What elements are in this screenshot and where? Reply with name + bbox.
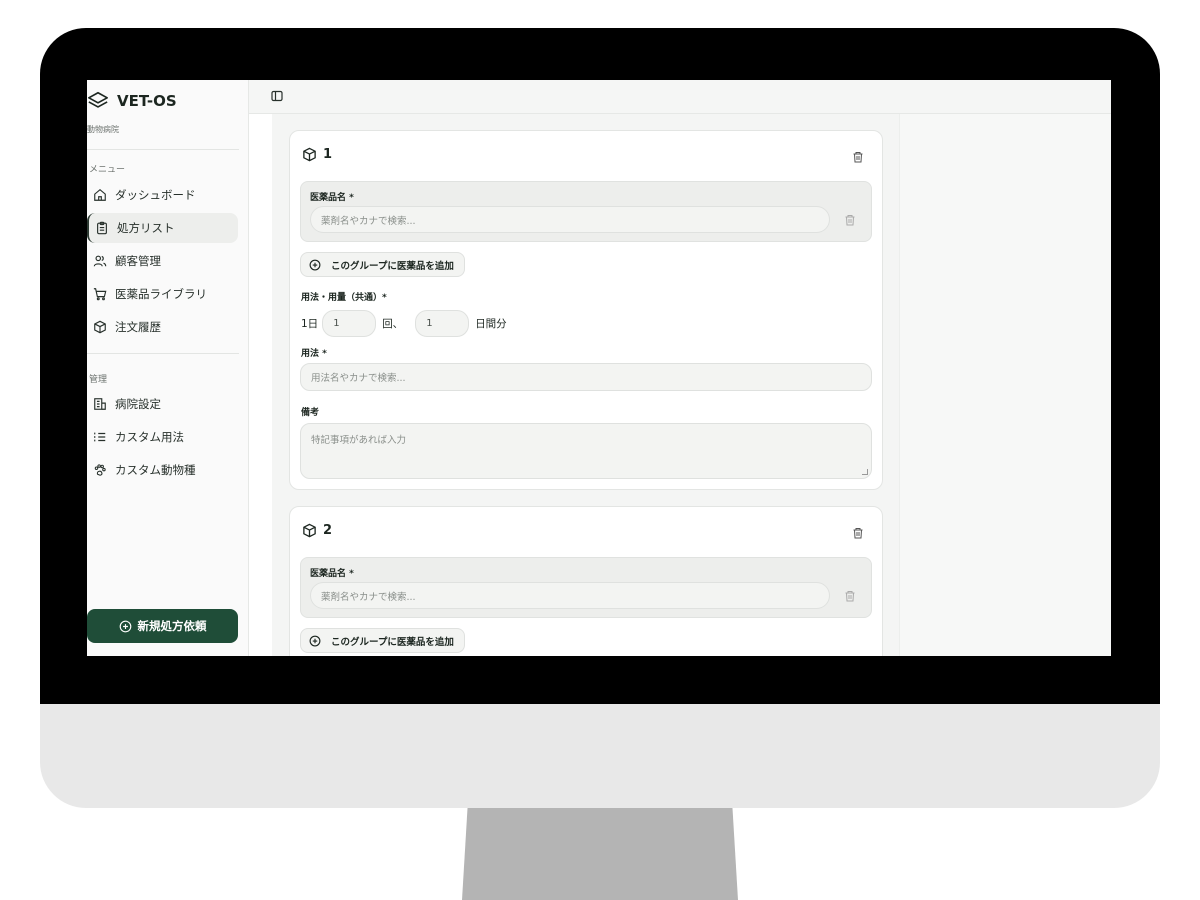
delete-medicine-icon[interactable] xyxy=(844,590,856,602)
medicine-search-input[interactable]: 薬剤名やカナで検索... xyxy=(310,582,830,609)
days-unit: 日間分 xyxy=(475,318,507,330)
add-medicine-label: このグループに医薬品を追加 xyxy=(331,260,454,272)
plus-circle-icon xyxy=(309,635,321,646)
list-icon xyxy=(94,432,106,442)
notes-placeholder: 特記事項があれば入力 xyxy=(311,435,407,446)
group-header: 2 xyxy=(302,523,332,538)
sidebar-item-label: 注文履歴 xyxy=(115,320,161,334)
group-header: 1 xyxy=(302,147,332,162)
sidebar-item-clinic-settings[interactable]: 病院設定 xyxy=(87,389,238,419)
resize-handle-icon[interactable] xyxy=(862,469,868,475)
users-icon xyxy=(93,255,107,267)
package-icon xyxy=(303,523,316,538)
new-prescription-button[interactable]: 新規処方依頼 xyxy=(87,609,238,643)
notes-label: 備考 xyxy=(301,408,320,418)
sidebar: VET-OS 動物病院 メニュー ダッシュボード 処方リスト 顧客管理 医薬品ラ… xyxy=(87,80,249,656)
usage-label: 用法 * xyxy=(301,349,327,359)
top-bar xyxy=(249,80,1111,114)
brand-subtitle: 動物病院 xyxy=(87,125,119,134)
sidebar-item-custom-usage[interactable]: カスタム用法 xyxy=(87,422,238,452)
add-medicine-button[interactable]: このグループに医薬品を追加 xyxy=(300,252,465,277)
sidebar-item-prescriptions[interactable]: 処方リスト xyxy=(87,213,238,243)
delete-group-icon[interactable] xyxy=(852,151,864,163)
sidebar-item-order-history[interactable]: 注文履歴 xyxy=(87,312,238,342)
package-icon xyxy=(94,320,106,334)
home-icon xyxy=(94,189,106,201)
package-icon xyxy=(303,147,316,162)
delete-group-icon[interactable] xyxy=(852,527,864,539)
medicine-name-label: 医薬品名 * xyxy=(310,569,354,579)
sidebar-item-label: 医薬品ライブラリ xyxy=(115,287,207,301)
group-number: 1 xyxy=(323,147,333,162)
right-pane xyxy=(899,114,1111,656)
plus-circle-icon xyxy=(119,620,131,632)
brand[interactable]: VET-OS xyxy=(87,90,177,112)
delete-medicine-icon[interactable] xyxy=(844,214,856,226)
medicine-name-box: 医薬品名 * 薬剤名やカナで検索... xyxy=(300,557,872,618)
sidebar-item-label: カスタム動物種 xyxy=(115,463,196,477)
brand-name: VET-OS xyxy=(117,92,177,110)
dosage-label: 用法・用量（共通）* xyxy=(301,293,387,303)
dosage-prefix: 1日 xyxy=(301,318,319,330)
sidebar-item-label: 病院設定 xyxy=(115,397,161,411)
notes-textarea[interactable]: 特記事項があれば入力 xyxy=(300,423,872,479)
menu-section-label: メニュー xyxy=(89,165,126,175)
new-prescription-label: 新規処方依頼 xyxy=(137,619,207,633)
sidebar-toggle-icon[interactable] xyxy=(271,90,283,102)
days-input[interactable]: 1 xyxy=(415,310,470,337)
times-per-day-input[interactable]: 1 xyxy=(322,310,377,337)
app-screen: VET-OS 動物病院 メニュー ダッシュボード 処方リスト 顧客管理 医薬品ラ… xyxy=(87,80,1111,656)
usage-search-input[interactable]: 用法名やカナで検索... xyxy=(300,363,872,391)
group-number: 2 xyxy=(323,523,333,538)
sidebar-item-label: ダッシュボード xyxy=(115,188,196,202)
sidebar-item-label: カスタム用法 xyxy=(115,430,184,444)
paw-icon xyxy=(94,464,106,476)
medicine-name-box: 医薬品名 * 薬剤名やカナで検索... xyxy=(300,181,872,242)
medicine-name-label: 医薬品名 * xyxy=(310,193,354,203)
admin-section-label: 管理 xyxy=(89,375,108,385)
sidebar-item-label: 処方リスト xyxy=(117,221,175,235)
sidebar-item-customers[interactable]: 顧客管理 xyxy=(87,246,238,276)
add-medicine-label: このグループに医薬品を追加 xyxy=(331,636,454,648)
plus-circle-icon xyxy=(309,259,321,270)
sidebar-item-medicine-library[interactable]: 医薬品ライブラリ xyxy=(87,279,238,309)
prescription-form: 1 医薬品名 * 薬剤名やカナで検索... このグループに医薬品を追加 用法・用… xyxy=(272,114,899,656)
cart-icon xyxy=(93,288,107,301)
layers-logo-icon xyxy=(88,91,108,108)
sidebar-item-label: 顧客管理 xyxy=(115,254,161,268)
medicine-search-input[interactable]: 薬剤名やカナで検索... xyxy=(310,206,830,233)
sidebar-item-custom-species[interactable]: カスタム動物種 xyxy=(87,455,238,485)
clipboard-icon xyxy=(97,221,107,235)
sidebar-divider xyxy=(87,149,239,150)
sidebar-divider xyxy=(87,353,239,354)
times-unit: 回、 xyxy=(382,318,404,330)
add-medicine-button[interactable]: このグループに医薬品を追加 xyxy=(300,628,465,653)
building-icon xyxy=(94,398,106,410)
monitor-stand xyxy=(462,808,738,900)
dosage-row: 1日 1 回、 1 日間分 xyxy=(301,310,507,337)
medicine-group-card: 2 医薬品名 * 薬剤名やカナで検索... このグループに医薬品を追加 xyxy=(289,506,883,656)
medicine-group-card: 1 医薬品名 * 薬剤名やカナで検索... このグループに医薬品を追加 用法・用… xyxy=(289,130,883,490)
sidebar-item-dashboard[interactable]: ダッシュボード xyxy=(87,180,238,210)
